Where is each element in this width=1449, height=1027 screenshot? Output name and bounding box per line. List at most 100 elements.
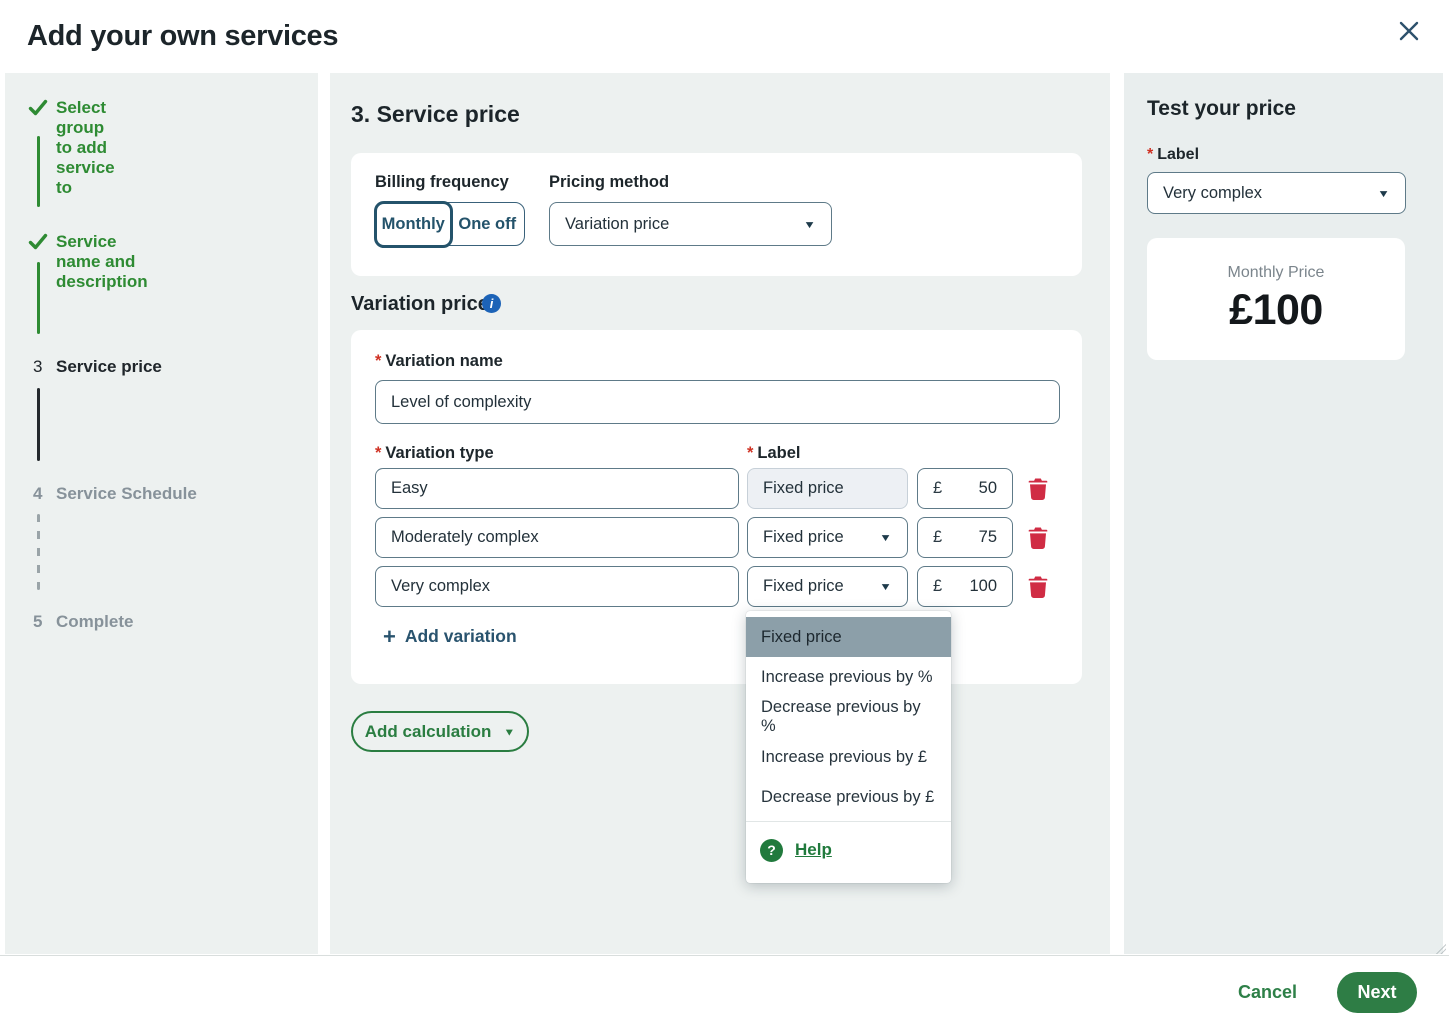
plus-icon: +: [383, 628, 396, 646]
help-icon: ?: [760, 839, 783, 862]
label-select[interactable]: Fixed price ▼: [747, 517, 908, 558]
step-connector: [37, 514, 40, 590]
amount-value: 50: [979, 479, 997, 498]
test-price-heading: Test your price: [1147, 97, 1296, 121]
pricing-method-value: Variation price: [565, 215, 669, 234]
step-connector: [37, 388, 40, 461]
required-mark: *: [1147, 146, 1153, 163]
label-select-open[interactable]: Fixed price ▼: [747, 566, 908, 607]
chevron-down-icon: ▼: [879, 581, 892, 593]
amount-value: 100: [969, 577, 997, 596]
variation-type-column-label: *Variation type: [375, 444, 494, 463]
check-icon: [28, 232, 48, 252]
pricing-method-label: Pricing method: [549, 173, 669, 192]
billing-option-monthly[interactable]: Monthly: [374, 201, 454, 248]
check-icon: [28, 98, 48, 118]
delete-row-button[interactable]: [1027, 575, 1049, 599]
variation-type-value: Very complex: [391, 577, 490, 596]
next-button[interactable]: Next: [1337, 972, 1417, 1013]
variation-type-input[interactable]: Moderately complex: [375, 517, 739, 558]
label-type-dropdown: Fixed price Increase previous by % Decre…: [746, 611, 951, 883]
chevron-down-icon: ▼: [503, 726, 515, 738]
sidebar-step-service-price[interactable]: 3 Service price: [0, 357, 313, 379]
dropdown-option-decrease-percent[interactable]: Decrease previous by %: [746, 697, 951, 737]
billing-frequency-label: Billing frequency: [375, 173, 509, 192]
step-label: Service Schedule: [56, 484, 197, 504]
add-variation-button[interactable]: + Add variation: [383, 626, 517, 647]
test-label-select[interactable]: Very complex ▼: [1147, 172, 1406, 214]
info-icon[interactable]: i: [482, 294, 501, 313]
test-label-value: Very complex: [1163, 184, 1262, 203]
step-number: 5: [33, 612, 51, 632]
step-label: Complete: [56, 612, 133, 632]
step-number: 4: [33, 484, 51, 504]
currency-symbol: £: [933, 528, 942, 547]
step-connector: [37, 136, 40, 207]
add-variation-label: Add variation: [405, 626, 517, 647]
dropdown-option-increase-pound[interactable]: Increase previous by £: [746, 737, 951, 777]
currency-symbol: £: [933, 577, 942, 596]
help-label: Help: [795, 840, 832, 860]
add-calculation-button[interactable]: Add calculation ▼: [351, 711, 529, 752]
variation-type-value: Easy: [391, 479, 428, 498]
label-column-label: *Label: [747, 444, 801, 463]
variation-type-input[interactable]: Very complex: [375, 566, 739, 607]
trash-icon: [1027, 477, 1049, 501]
step-connector: [37, 262, 40, 334]
required-mark: *: [747, 444, 753, 462]
test-label-label: *Label: [1147, 146, 1199, 164]
sidebar-step-name-description[interactable]: Service name and description: [28, 232, 48, 253]
trash-icon: [1027, 526, 1049, 550]
section-heading: 3. Service price: [351, 101, 520, 128]
variation-price-heading: Variation price: [351, 293, 489, 316]
chevron-down-icon: ▼: [1377, 187, 1390, 199]
amount-value: 75: [979, 528, 997, 547]
billing-frequency-toggle: Monthly One off: [375, 202, 525, 246]
required-mark: *: [375, 352, 381, 370]
add-services-modal: Add your own services Select group to ad…: [0, 0, 1449, 1027]
step-label: Service price: [56, 357, 162, 377]
sidebar-step-service-schedule: 4 Service Schedule: [0, 484, 313, 506]
close-icon: [1394, 16, 1424, 46]
price-frequency-label: Monthly Price: [1228, 264, 1325, 282]
label-value: Fixed price: [763, 479, 844, 498]
dropdown-help-link[interactable]: ? Help: [746, 822, 951, 878]
sidebar-step-select-group[interactable]: Select group to add service to: [28, 98, 48, 119]
amount-input[interactable]: £ 50: [917, 468, 1013, 509]
delete-row-button[interactable]: [1027, 477, 1049, 501]
label-value: Fixed price: [763, 577, 844, 596]
variation-name-label: *Variation name: [375, 352, 503, 371]
billing-option-one-off[interactable]: One off: [451, 203, 525, 245]
label-select-disabled: Fixed price: [747, 468, 908, 509]
modal-footer: [0, 955, 1449, 1027]
amount-input[interactable]: £ 75: [917, 517, 1013, 558]
sidebar-step-complete: 5 Complete: [0, 612, 313, 634]
variation-name-input[interactable]: Level of complexity: [375, 380, 1060, 424]
price-value: £100: [1229, 286, 1323, 335]
resize-grip-icon[interactable]: [1436, 944, 1446, 954]
steps-sidebar: [5, 73, 318, 954]
chevron-down-icon: ▼: [879, 532, 892, 544]
step-label: Select group to add service to: [56, 98, 115, 198]
variation-name-value: Level of complexity: [391, 393, 531, 412]
chevron-down-icon: ▼: [803, 218, 816, 230]
cancel-button[interactable]: Cancel: [1238, 982, 1297, 1003]
add-calculation-label: Add calculation: [365, 722, 492, 742]
trash-icon: [1027, 575, 1049, 599]
amount-input[interactable]: £ 100: [917, 566, 1013, 607]
dropdown-option-fixed-price[interactable]: Fixed price: [746, 617, 951, 657]
variation-type-input[interactable]: Easy: [375, 468, 739, 509]
currency-symbol: £: [933, 479, 942, 498]
close-button[interactable]: [1391, 14, 1427, 50]
dropdown-option-decrease-pound[interactable]: Decrease previous by £: [746, 777, 951, 817]
variation-type-value: Moderately complex: [391, 528, 539, 547]
modal-title: Add your own services: [27, 20, 338, 53]
step-label: Service name and description: [56, 232, 148, 292]
label-value: Fixed price: [763, 528, 844, 547]
required-mark: *: [375, 444, 381, 462]
delete-row-button[interactable]: [1027, 526, 1049, 550]
step-number: 3: [33, 357, 51, 377]
dropdown-option-increase-percent[interactable]: Increase previous by %: [746, 657, 951, 697]
price-result-card: Monthly Price £100: [1147, 238, 1405, 360]
pricing-method-select[interactable]: Variation price ▼: [549, 202, 832, 246]
